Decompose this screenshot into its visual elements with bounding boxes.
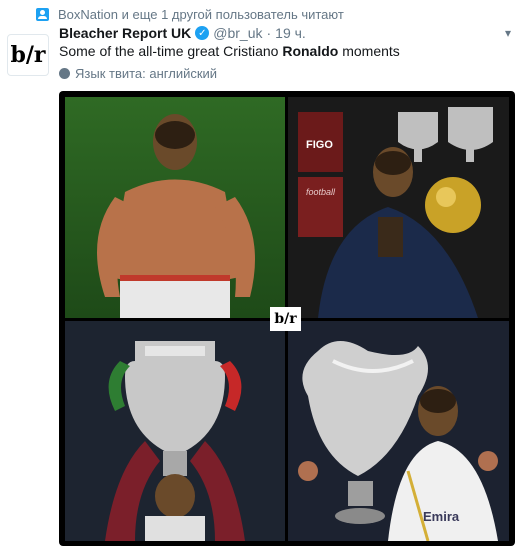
- euro-trophy-photo[interactable]: [65, 321, 285, 541]
- ballon-dor-photo[interactable]: FIGO football: [288, 97, 509, 318]
- jersey-sponsor-label: Emira: [423, 509, 460, 524]
- verified-icon: ✓: [195, 26, 210, 40]
- football-magazine-label: football: [306, 187, 336, 197]
- tweet-text: Some of the all-time great Cristiano Ron…: [59, 43, 400, 59]
- tweet-language: Язык твита: английский: [59, 66, 217, 81]
- tweet-language-text[interactable]: Язык твита: английский: [75, 66, 217, 81]
- shirtless-celebration-photo[interactable]: [65, 97, 285, 318]
- social-context: BoxNation и еще 1 другой пользователь чи…: [36, 7, 344, 22]
- author-handle[interactable]: @br_uk: [213, 25, 262, 41]
- separator-dot: ·: [266, 25, 272, 41]
- tweet-text-end: moments: [338, 43, 400, 59]
- tweet-text-start: Some of the all-time great Cristiano: [59, 43, 283, 59]
- figo-magazine-label: FIGO: [306, 139, 333, 151]
- author-name[interactable]: Bleacher Report UK: [59, 25, 191, 41]
- globe-icon: [59, 68, 70, 79]
- br-logo-badge: b/r: [270, 307, 301, 331]
- tweet-text-bold[interactable]: Ronaldo: [282, 43, 338, 59]
- social-context-text[interactable]: BoxNation и еще 1 другой пользователь чи…: [58, 7, 344, 22]
- follow-icon: [36, 8, 49, 21]
- tweet-header: Bleacher Report UK ✓ @br_uk · 19 ч. ▾: [59, 25, 511, 41]
- champions-league-trophy-photo[interactable]: Emira: [288, 321, 509, 541]
- chevron-down-icon[interactable]: ▾: [505, 26, 511, 40]
- tweet-timestamp[interactable]: 19 ч.: [275, 25, 306, 41]
- avatar[interactable]: b/r: [7, 34, 49, 76]
- media-collage[interactable]: FIGO football Emira b/r: [59, 91, 515, 546]
